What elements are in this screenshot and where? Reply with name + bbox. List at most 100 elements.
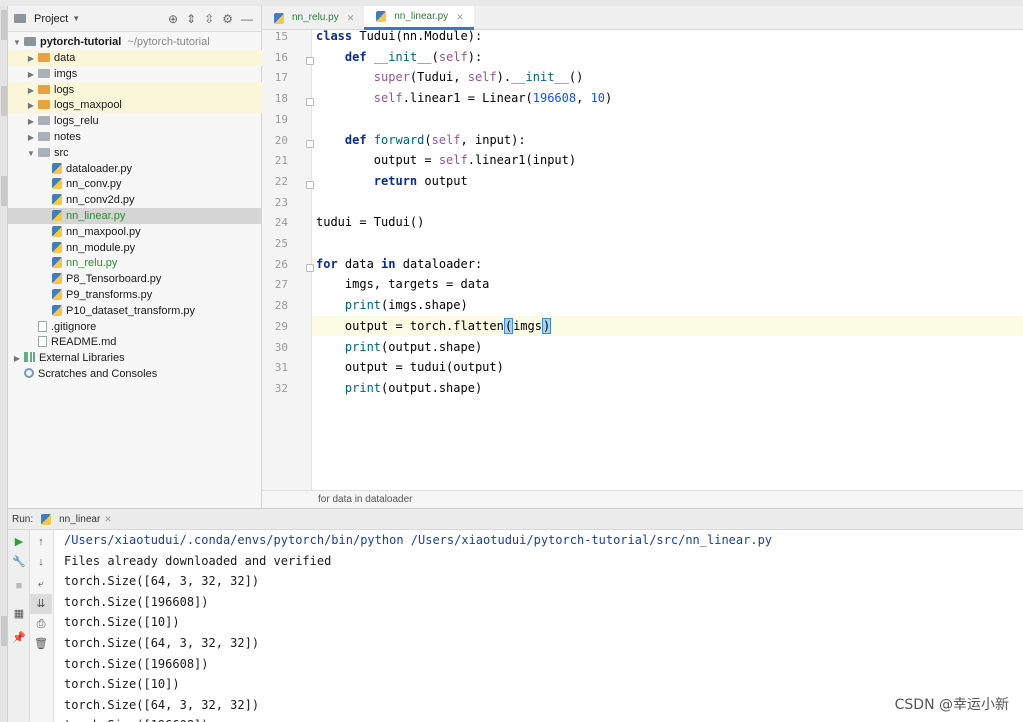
layout-icon[interactable]: ▦: [8, 604, 30, 624]
editor-breadcrumb[interactable]: for data in dataloader: [262, 490, 1023, 508]
expand-arrow-icon[interactable]: ▶: [26, 98, 36, 114]
tree-item[interactable]: ▶ logs_relu: [8, 113, 262, 129]
python-file-icon: [52, 304, 62, 316]
python-file-icon: [274, 12, 284, 24]
expand-arrow-icon[interactable]: ▼: [26, 146, 36, 162]
tree-item-label: notes: [54, 131, 81, 143]
tree-item[interactable]: ▼ src: [8, 145, 262, 161]
expand-arrow-icon[interactable]: ▶: [26, 51, 36, 67]
tree-item[interactable]: nn_maxpool.py: [8, 224, 262, 240]
project-view-selector[interactable]: Project: [34, 13, 68, 25]
tree-item[interactable]: nn_relu.py: [8, 255, 262, 271]
scroll-to-end-icon[interactable]: ⇊: [30, 594, 52, 614]
tree-item[interactable]: dataloader.py: [8, 161, 262, 177]
arrow-down-icon[interactable]: ↓: [30, 552, 52, 572]
tree-item[interactable]: README.md: [8, 334, 262, 350]
code-line[interactable]: class Tudui(nn.Module):: [312, 26, 1023, 46]
root-name: pytorch-tutorial: [40, 36, 122, 48]
chevron-down-icon[interactable]: ▼: [72, 14, 80, 23]
code-line[interactable]: imgs, targets = data: [312, 274, 1023, 294]
line-number: 32: [274, 381, 288, 395]
code-line[interactable]: output = self.linear1(input): [312, 150, 1023, 170]
gear-icon[interactable]: ⚙: [222, 12, 233, 26]
expand-arrow-icon[interactable]: ▶: [12, 351, 22, 367]
output-line: Files already downloaded and verified: [64, 553, 332, 568]
expand-arrow-icon[interactable]: ▶: [26, 130, 36, 146]
run-tab-label: nn_linear: [59, 513, 101, 525]
code-line[interactable]: def forward(self, input):: [312, 130, 1023, 150]
tree-item[interactable]: ▶ imgs: [8, 66, 262, 82]
tree-item-label: README.md: [51, 336, 117, 349]
project-tool-tab[interactable]: [1, 10, 7, 40]
tree-item-label: nn_linear.py: [66, 210, 126, 222]
expand-all-icon[interactable]: ⇕: [186, 12, 196, 26]
rerun-icon[interactable]: ▶: [8, 532, 30, 552]
tree-item[interactable]: ▶ logs: [8, 81, 262, 99]
run-console-output[interactable]: /Users/xiaotudui/.conda/envs/pytorch/bin…: [54, 530, 1023, 722]
code-line[interactable]: self.linear1 = Linear(196608, 10): [312, 88, 1023, 108]
close-icon[interactable]: ✕: [456, 5, 464, 29]
commit-tool-tab[interactable]: [1, 86, 7, 116]
code-line[interactable]: [312, 192, 1023, 212]
expand-arrow-icon[interactable]: ▶: [26, 83, 36, 99]
trash-icon[interactable]: 🗑: [30, 634, 52, 654]
code-line[interactable]: for data in dataloader:: [312, 254, 1023, 274]
code-line[interactable]: def __init__(self):: [312, 47, 1023, 67]
code-line[interactable]: return output: [312, 171, 1023, 191]
python-file-icon: [52, 178, 62, 190]
structure-tool-tab[interactable]: [1, 616, 7, 646]
code-line[interactable]: [312, 233, 1023, 253]
code-line[interactable]: [312, 109, 1023, 129]
tree-item[interactable]: ▶ logs_maxpool: [8, 97, 262, 114]
tree-item[interactable]: ▶ data: [8, 50, 262, 66]
code-editor[interactable]: 15 16 17 18 19 20 21 22 23 24 25 26 27 28 29 30 31 32 cla…: [262, 29, 1023, 490]
python-file-icon: [52, 210, 62, 221]
folder-icon: [14, 14, 26, 23]
stop-icon[interactable]: ■: [8, 576, 30, 596]
tree-item[interactable]: P10_dataset_transform.py: [8, 303, 262, 319]
code-line[interactable]: output = torch.flatten(imgs): [312, 315, 1023, 336]
code-line[interactable]: tudui = Tudui(): [312, 212, 1023, 232]
line-number: 27: [274, 278, 288, 292]
tree-item[interactable]: nn_conv.py: [8, 176, 262, 192]
code-line[interactable]: print(output.shape): [312, 337, 1023, 357]
line-number: 25: [274, 237, 288, 250]
expand-arrow-icon[interactable]: ▼: [12, 35, 22, 51]
tree-item-label: External Libraries: [39, 352, 125, 365]
code-line[interactable]: print(output.shape): [312, 378, 1023, 398]
run-panel-header: Run: nn_linear ✕: [8, 508, 1023, 530]
code-line[interactable]: output = tudui(output): [312, 357, 1023, 377]
expand-arrow-icon[interactable]: ▶: [26, 67, 36, 83]
tree-item-label: imgs: [54, 67, 78, 80]
code-line[interactable]: print(imgs.shape): [312, 295, 1023, 315]
print-icon[interactable]: ⎙: [30, 614, 52, 634]
tree-item[interactable]: ▶ External Libraries: [8, 350, 262, 366]
tree-item[interactable]: nn_conv2d.py: [8, 192, 262, 208]
tree-item[interactable]: P9_transforms.py: [8, 287, 262, 303]
close-icon[interactable]: ✕: [104, 514, 112, 525]
tree-item[interactable]: P8_Tensorboard.py: [8, 271, 262, 287]
locate-icon[interactable]: ⊕: [168, 12, 178, 26]
tree-item[interactable]: Scratches and Consoles: [8, 366, 262, 382]
tree-item[interactable]: .gitignore: [8, 319, 262, 335]
wrench-icon[interactable]: 🔧: [8, 552, 30, 572]
output-line: torch.Size([196608]): [64, 656, 209, 671]
line-number: 17: [274, 71, 288, 85]
tree-root[interactable]: ▼ pytorch-tutorial ~/pytorch-tutorial: [8, 34, 262, 50]
line-number: 22: [274, 174, 288, 188]
expand-arrow-icon[interactable]: ▶: [26, 114, 36, 130]
code-line[interactable]: super(Tudui, self).__init__(): [312, 67, 1023, 87]
project-panel-header: Project ▼ ⊕ ⇕ ⇳ ⚙ —: [8, 6, 261, 32]
collapse-all-icon[interactable]: ⇳: [204, 12, 214, 26]
pull-requests-tool-tab[interactable]: [1, 176, 7, 206]
arrow-up-icon[interactable]: ↑: [30, 532, 52, 552]
tree-item[interactable]: nn_linear.py: [8, 208, 262, 224]
tree-item[interactable]: nn_module.py: [8, 240, 262, 256]
hide-icon[interactable]: —: [241, 12, 253, 26]
soft-wrap-icon[interactable]: ⤶: [30, 574, 52, 594]
tree-item-label: .gitignore: [51, 320, 97, 333]
run-tab[interactable]: nn_linear ✕: [39, 513, 112, 525]
pin-icon[interactable]: 📌: [8, 628, 30, 648]
tree-item-label: data: [54, 52, 76, 64]
tree-item[interactable]: ▶ notes: [8, 129, 262, 145]
